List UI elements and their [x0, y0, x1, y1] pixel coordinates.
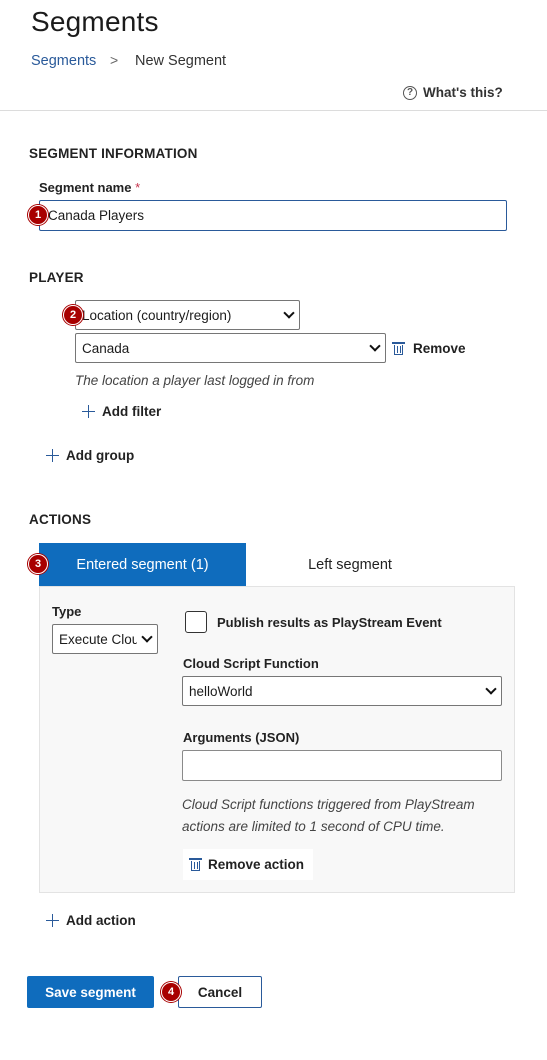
remove-filter-label: Remove	[413, 341, 466, 356]
cloud-script-function-label: Cloud Script Function	[183, 656, 319, 671]
question-circle-icon: ?	[403, 85, 417, 100]
cpu-limit-hint: Cloud Script functions triggered from Pl…	[182, 797, 475, 834]
filter-type-value: Location (country/region)	[82, 307, 232, 323]
filter-type-select[interactable]: Location (country/region)	[75, 300, 300, 330]
cloud-script-function-value: helloWorld	[189, 683, 253, 699]
header-divider	[0, 110, 547, 111]
breadcrumb-current: New Segment	[135, 53, 227, 69]
whats-this-label: What's this?	[423, 85, 503, 100]
action-type-select[interactable]: Execute Cloud Script	[52, 624, 158, 654]
add-filter-label: Add filter	[102, 404, 162, 419]
publish-results-checkbox[interactable]	[185, 611, 207, 633]
chevron-down-icon	[485, 683, 497, 695]
whats-this-link[interactable]: ? What's this?	[403, 85, 503, 100]
plus-icon	[46, 914, 59, 927]
step-badge-4: 4	[161, 982, 181, 1002]
cloud-script-function-select[interactable]: helloWorld	[182, 676, 502, 706]
save-segment-button[interactable]: Save segment	[27, 976, 154, 1008]
step-badge-1: 1	[28, 205, 48, 225]
filter-hint: The location a player last logged in fro…	[75, 373, 315, 388]
chevron-down-icon	[141, 631, 153, 643]
step-badge-3: 3	[28, 554, 48, 574]
arguments-label: Arguments (JSON)	[183, 730, 300, 745]
add-filter-button[interactable]: Add filter	[82, 404, 161, 419]
remove-filter-button[interactable]: Remove	[392, 341, 466, 356]
add-action-button[interactable]: Add action	[46, 913, 136, 928]
tab-left-segment[interactable]: Left segment	[246, 543, 454, 587]
filter-value-select[interactable]: Canada	[75, 333, 386, 363]
step-badge-2: 2	[63, 305, 83, 325]
action-type-value: Execute Cloud Script	[59, 631, 137, 647]
arguments-input[interactable]	[182, 750, 502, 781]
add-group-label: Add group	[66, 448, 135, 463]
breadcrumb-segments-link[interactable]: Segments	[31, 53, 96, 69]
action-type-label: Type	[52, 604, 82, 619]
add-action-label: Add action	[66, 913, 136, 928]
trash-icon	[189, 858, 202, 871]
segment-name-label-text: Segment name	[39, 180, 132, 195]
required-mark: *	[135, 180, 141, 195]
trash-icon	[392, 342, 405, 355]
segment-name-label: Segment name *	[39, 180, 140, 195]
publish-results-label: Publish results as PlayStream Event	[217, 615, 442, 630]
plus-icon	[82, 405, 95, 418]
cancel-button[interactable]: Cancel	[178, 976, 262, 1008]
chevron-down-icon	[369, 340, 381, 352]
segment-name-input[interactable]	[39, 200, 507, 231]
player-heading: PLAYER	[29, 270, 84, 285]
remove-action-label: Remove action	[208, 857, 305, 872]
page-title: Segments	[31, 6, 159, 37]
remove-action-button[interactable]: Remove action	[183, 849, 313, 880]
chevron-down-icon	[283, 307, 295, 319]
add-group-button[interactable]: Add group	[46, 448, 134, 463]
segment-information-heading: SEGMENT INFORMATION	[29, 146, 198, 161]
plus-icon	[46, 449, 59, 462]
breadcrumb-separator: >	[110, 52, 119, 68]
tab-entered-segment[interactable]: Entered segment (1)	[39, 543, 246, 587]
filter-value-text: Canada	[82, 340, 130, 356]
actions-heading: ACTIONS	[29, 512, 92, 527]
